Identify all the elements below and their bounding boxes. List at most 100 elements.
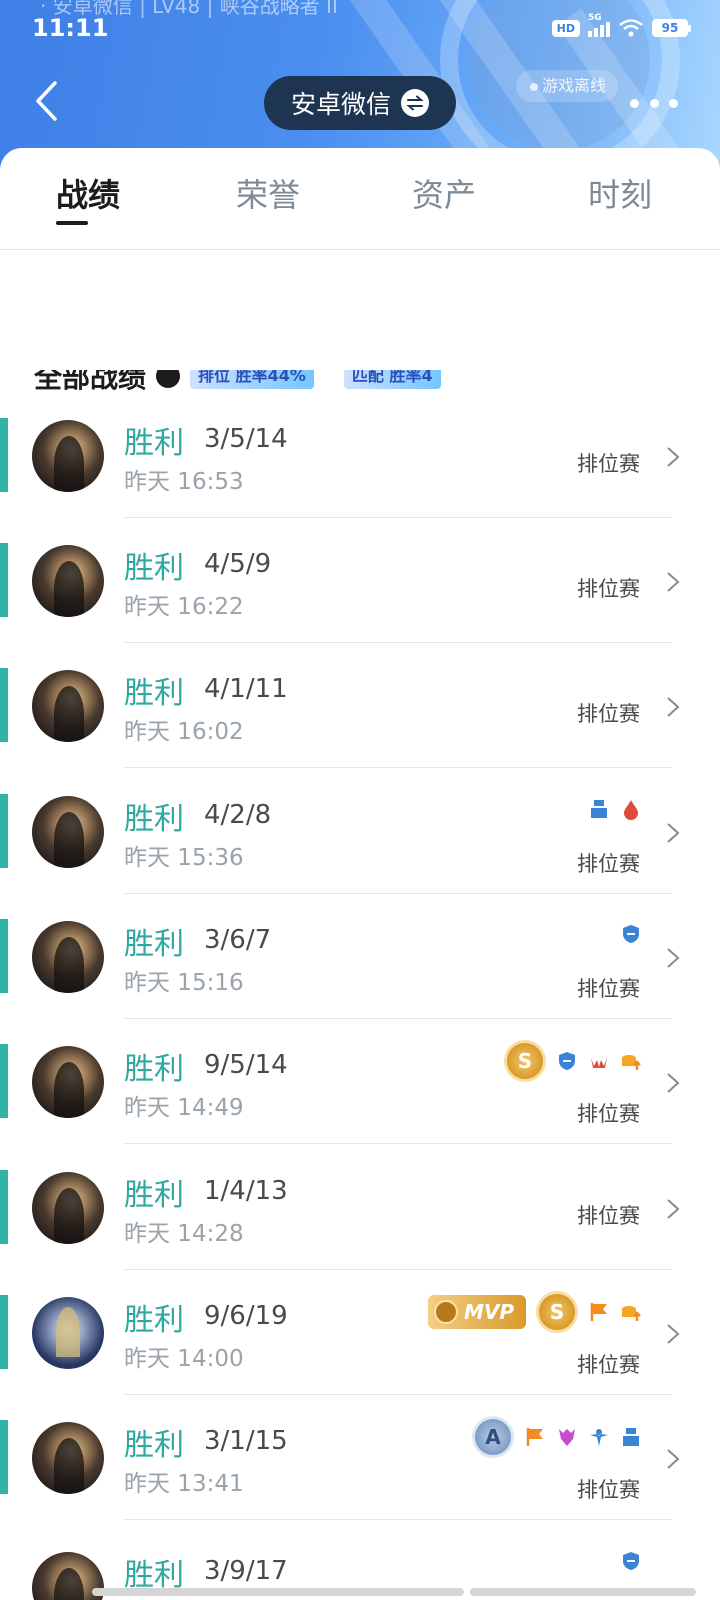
match-row[interactable]: 胜利 1/4/13 昨天 14:28 排位赛 <box>0 1170 720 1298</box>
battery-indicator: 95 <box>652 19 691 37</box>
shield-icon <box>620 1550 642 1572</box>
hero-avatar <box>32 420 104 492</box>
match-mode: 排位赛 <box>577 702 640 726</box>
match-kda: 4/2/8 <box>204 800 272 830</box>
hero-avatar <box>32 1046 104 1118</box>
match-time: 昨天 13:41 <box>124 1471 244 1497</box>
match-row[interactable]: 胜利 3/5/14 昨天 16:53 排位赛 <box>0 418 720 546</box>
match-time: 昨天 14:28 <box>124 1221 244 1247</box>
match-badges <box>620 923 642 945</box>
row-divider <box>124 1519 672 1520</box>
section-title: 全部战绩 <box>34 370 147 394</box>
match-result: 胜利 <box>124 1428 184 1463</box>
swap-icon <box>401 89 429 117</box>
match-mode: 排位赛 <box>577 1204 640 1228</box>
tab-records[interactable]: 战绩 <box>52 170 124 216</box>
match-kda: 3/5/14 <box>204 424 288 454</box>
match-result: 胜利 <box>124 1178 184 1213</box>
flag-icon <box>524 1426 546 1448</box>
tab-honors[interactable]: 荣誉 <box>232 170 304 216</box>
row-divider <box>124 893 672 894</box>
chevron-right-icon <box>667 572 680 592</box>
hero-avatar <box>32 1172 104 1244</box>
chevron-right-icon <box>667 823 680 843</box>
match-badges: MVP S <box>427 1291 642 1333</box>
win-indicator <box>0 418 8 492</box>
status-bar-icons: HD 5G 95 <box>551 13 691 38</box>
first-blood-icon <box>620 798 642 820</box>
tab-bar: 战绩 荣誉 资产 时刻 <box>0 148 720 250</box>
hero-avatar <box>32 1297 104 1369</box>
chevron-right-icon <box>667 1199 680 1219</box>
support-icon <box>588 1426 610 1448</box>
row-divider <box>124 767 672 768</box>
back-button[interactable] <box>24 76 68 126</box>
match-kda: 9/5/14 <box>204 1050 288 1080</box>
row-divider <box>124 1269 672 1270</box>
match-row[interactable]: 胜利 3/1/15 昨天 13:41 A 排位赛 <box>0 1416 720 1548</box>
section-header: 全部战绩 排位 胜率44% 匹配 胜率4 <box>0 370 720 394</box>
dragon-icon <box>556 1426 578 1448</box>
match-row[interactable]: 胜利 9/6/19 昨天 14:00 MVP S 排位赛 <box>0 1291 720 1423</box>
match-mode: 排位赛 <box>577 1478 640 1502</box>
row-divider <box>124 1018 672 1019</box>
match-kda: 3/1/15 <box>204 1426 288 1456</box>
casual-winrate-tag[interactable]: 匹配 胜率4 <box>343 370 441 389</box>
tower-icon <box>620 1426 642 1448</box>
row-divider <box>124 642 672 643</box>
win-indicator <box>0 919 8 993</box>
match-row[interactable]: 胜利 4/5/9 昨天 16:22 排位赛 <box>0 543 720 671</box>
home-indicator <box>470 1588 696 1596</box>
match-kda: 3/9/17 <box>204 1556 288 1586</box>
match-result: 胜利 <box>124 927 184 962</box>
match-mode: 排位赛 <box>577 452 640 476</box>
match-kda: 1/4/13 <box>204 1176 288 1206</box>
cellular-signal-icon: 5G <box>588 13 610 37</box>
chevron-right-icon <box>667 948 680 968</box>
win-indicator <box>0 1295 8 1369</box>
wifi-icon <box>619 19 643 37</box>
account-switch-button[interactable]: 安卓微信 <box>264 76 456 130</box>
match-kda: 3/6/7 <box>204 925 272 955</box>
more-dots-icon[interactable] <box>630 92 678 114</box>
match-badges: A <box>472 1416 642 1458</box>
win-indicator <box>0 1044 8 1118</box>
hero-avatar <box>32 921 104 993</box>
match-row[interactable]: 胜利 3/6/7 昨天 15:16 排位赛 <box>0 919 720 1047</box>
match-kda: 4/5/9 <box>204 549 272 579</box>
flag-icon <box>588 1301 610 1323</box>
chevron-right-icon <box>667 1073 680 1093</box>
triple-kill-icon <box>588 1050 610 1072</box>
chevron-right-icon <box>667 697 680 717</box>
home-indicator <box>92 1588 464 1596</box>
gold-up-icon <box>620 1301 642 1323</box>
match-row[interactable]: 胜利 9/5/14 昨天 14:49 S 排位赛 <box>0 1040 720 1172</box>
mvp-icon: MVP <box>427 1295 526 1329</box>
match-badges: S <box>504 1040 642 1082</box>
match-mode: 排位赛 <box>577 1353 640 1377</box>
match-result: 胜利 <box>124 551 184 586</box>
match-time: 昨天 15:36 <box>124 845 244 871</box>
info-icon[interactable] <box>156 370 181 388</box>
chevron-right-icon <box>667 1324 680 1344</box>
chevron-left-icon <box>36 81 57 121</box>
shield-icon <box>620 923 642 945</box>
tab-moments[interactable]: 时刻 <box>584 170 656 216</box>
a-rank-icon: A <box>472 1416 514 1458</box>
match-mode: 排位赛 <box>577 577 640 601</box>
active-tab-indicator <box>56 221 88 225</box>
tab-assets[interactable]: 资产 <box>408 170 480 216</box>
chevron-right-icon <box>667 447 680 467</box>
game-offline-status: 游戏离线 <box>516 70 619 102</box>
ranked-winrate-tag[interactable]: 排位 胜率44% <box>190 370 314 389</box>
row-divider <box>124 1143 672 1144</box>
tower-icon <box>588 798 610 820</box>
match-row[interactable]: 胜利 4/2/8 昨天 15:36 排位赛 <box>0 794 720 922</box>
match-result: 胜利 <box>124 1052 184 1087</box>
match-badges <box>588 798 642 820</box>
s-rank-icon: S <box>536 1291 578 1333</box>
win-indicator <box>0 668 8 742</box>
match-time: 昨天 16:53 <box>124 469 244 495</box>
match-time: 昨天 15:16 <box>124 970 244 996</box>
match-row[interactable]: 胜利 4/1/11 昨天 16:02 排位赛 <box>0 668 720 796</box>
